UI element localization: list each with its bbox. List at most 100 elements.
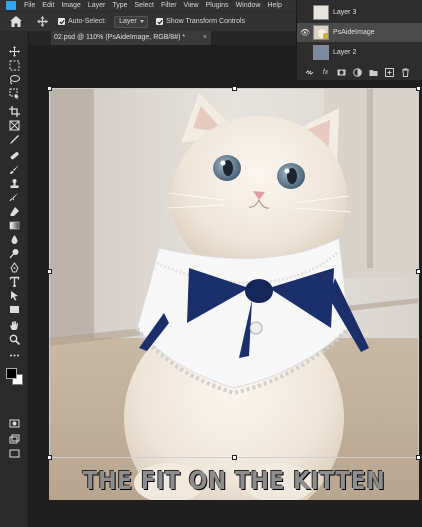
cursor-hand-icon	[323, 33, 328, 39]
document-tab[interactable]: 02.psd @ 110% (PsAideImage, RGB/8#) * ×	[51, 31, 211, 45]
new-layer-button[interactable]	[383, 66, 396, 78]
tool-artboard[interactable]	[6, 59, 22, 72]
hand-icon	[9, 321, 18, 330]
tool-object-select[interactable]	[6, 87, 22, 100]
tool-rectangle[interactable]	[6, 303, 22, 316]
tool-edit-toolbar[interactable]	[6, 349, 22, 362]
color-swatches[interactable]	[5, 367, 27, 389]
menu-type[interactable]: Type	[112, 0, 127, 11]
group-folder-icon	[369, 69, 378, 76]
tool-clone-stamp[interactable]	[6, 177, 22, 190]
tool-crop[interactable]	[6, 105, 22, 118]
menu-edit[interactable]: Edit	[42, 0, 54, 11]
tool-spot-healing[interactable]	[6, 149, 22, 162]
auto-select-label: Auto-Select:	[68, 18, 107, 25]
tool-hand[interactable]	[6, 319, 22, 332]
show-transform-controls-label: Show Transform Controls	[166, 18, 246, 25]
dodge-icon	[9, 249, 18, 259]
adjustment-icon	[353, 67, 362, 77]
foreground-color-swatch[interactable]	[6, 368, 17, 379]
eye-icon[interactable]: 👁	[299, 28, 311, 37]
menu-image[interactable]: Image	[61, 0, 80, 11]
layer-name: Layer 3	[333, 9, 357, 16]
tool-brush[interactable]	[6, 163, 22, 176]
tool-frame[interactable]	[6, 119, 22, 132]
object-select-icon	[9, 88, 19, 99]
layers-footer: fx	[297, 64, 422, 80]
path-arrow-icon	[10, 291, 18, 301]
document-tab-title: 02.psd @ 110% (PsAideImage, RGB/8#) *	[54, 34, 186, 41]
layer-row-layer-2[interactable]: Layer 2	[297, 43, 422, 62]
type-icon	[9, 276, 19, 287]
canvas-image[interactable]	[49, 88, 419, 500]
layer-thumbnail	[313, 5, 329, 20]
video-caption: THE FIT ON THE KITTEN	[82, 467, 386, 496]
rectangle-icon	[9, 306, 19, 313]
brush-icon	[9, 165, 19, 174]
layer-thumbnail	[313, 45, 329, 60]
trash-icon	[402, 68, 409, 77]
link-layers-button[interactable]	[303, 66, 316, 78]
menu-select[interactable]: Select	[135, 0, 154, 11]
screen-mode-icon	[9, 434, 19, 444]
tool-history-brush[interactable]	[6, 191, 22, 204]
close-tab-icon[interactable]: ×	[203, 31, 207, 45]
menu-file[interactable]: File	[24, 0, 35, 11]
layer-row-layer-3[interactable]: Layer 3	[297, 3, 422, 22]
crop-icon	[8, 106, 20, 117]
ellipsis-icon	[9, 354, 19, 357]
move-tool-options-button[interactable]	[34, 14, 50, 30]
tool-type[interactable]	[6, 275, 22, 288]
tool-zoom[interactable]	[6, 333, 22, 346]
menu-filter[interactable]: Filter	[161, 0, 177, 11]
eraser-icon	[9, 207, 19, 216]
marquee-icon	[9, 60, 19, 71]
stamp-icon	[10, 179, 18, 188]
delete-layer-button[interactable]	[399, 66, 412, 78]
tool-eyedropper[interactable]	[6, 133, 22, 146]
bandage-icon	[10, 152, 19, 160]
pen-icon	[9, 262, 19, 273]
layer-style-button[interactable]: fx	[319, 66, 332, 78]
frame-screen-icon	[9, 449, 19, 458]
layer-row-psaideimage[interactable]: 👁 PsAideImage	[297, 23, 422, 42]
tool-path-selection[interactable]	[6, 289, 22, 302]
move-icon	[8, 46, 20, 57]
tool-artboard-frame[interactable]	[6, 447, 22, 460]
move-arrows-icon	[36, 16, 48, 27]
tool-lasso[interactable]	[6, 73, 22, 86]
menu-help[interactable]: Help	[267, 0, 281, 11]
frame-icon	[9, 120, 19, 131]
tool-gradient[interactable]	[6, 219, 22, 232]
adjustment-layer-button[interactable]	[351, 66, 364, 78]
gradient-icon	[9, 221, 19, 230]
new-layer-icon	[385, 67, 394, 77]
menu-window[interactable]: Window	[236, 0, 261, 11]
menu-plugins[interactable]: Plugins	[206, 0, 229, 11]
tool-dodge[interactable]	[6, 247, 22, 260]
layers-panel: Layer 3 👁 PsAideImage Layer 2 fx	[296, 0, 422, 80]
tool-blur[interactable]	[6, 233, 22, 246]
quick-mask-icon	[9, 419, 19, 428]
blur-drop-icon	[10, 235, 18, 244]
tool-move[interactable]	[6, 45, 22, 58]
menu-view[interactable]: View	[184, 0, 199, 11]
auto-select-target-dropdown[interactable]: Layer	[114, 15, 149, 28]
checkmark-icon	[58, 19, 65, 24]
add-mask-button[interactable]	[335, 66, 348, 78]
menu-layer[interactable]: Layer	[88, 0, 106, 11]
tool-quick-mask[interactable]	[6, 417, 22, 430]
show-transform-controls-checkbox[interactable]	[156, 18, 164, 25]
tool-screen-mode[interactable]	[6, 433, 22, 446]
link-icon	[305, 69, 314, 75]
photoshop-logo-icon[interactable]	[6, 1, 16, 10]
canvas-area[interactable]	[29, 45, 422, 527]
lasso-icon	[9, 75, 20, 85]
tool-pen[interactable]	[6, 261, 22, 274]
checkmark-icon	[157, 19, 163, 24]
home-button[interactable]	[6, 13, 26, 31]
tool-eraser[interactable]	[6, 205, 22, 218]
new-group-button[interactable]	[367, 66, 380, 78]
eyedropper-icon	[9, 135, 19, 144]
auto-select-checkbox[interactable]	[58, 18, 65, 25]
